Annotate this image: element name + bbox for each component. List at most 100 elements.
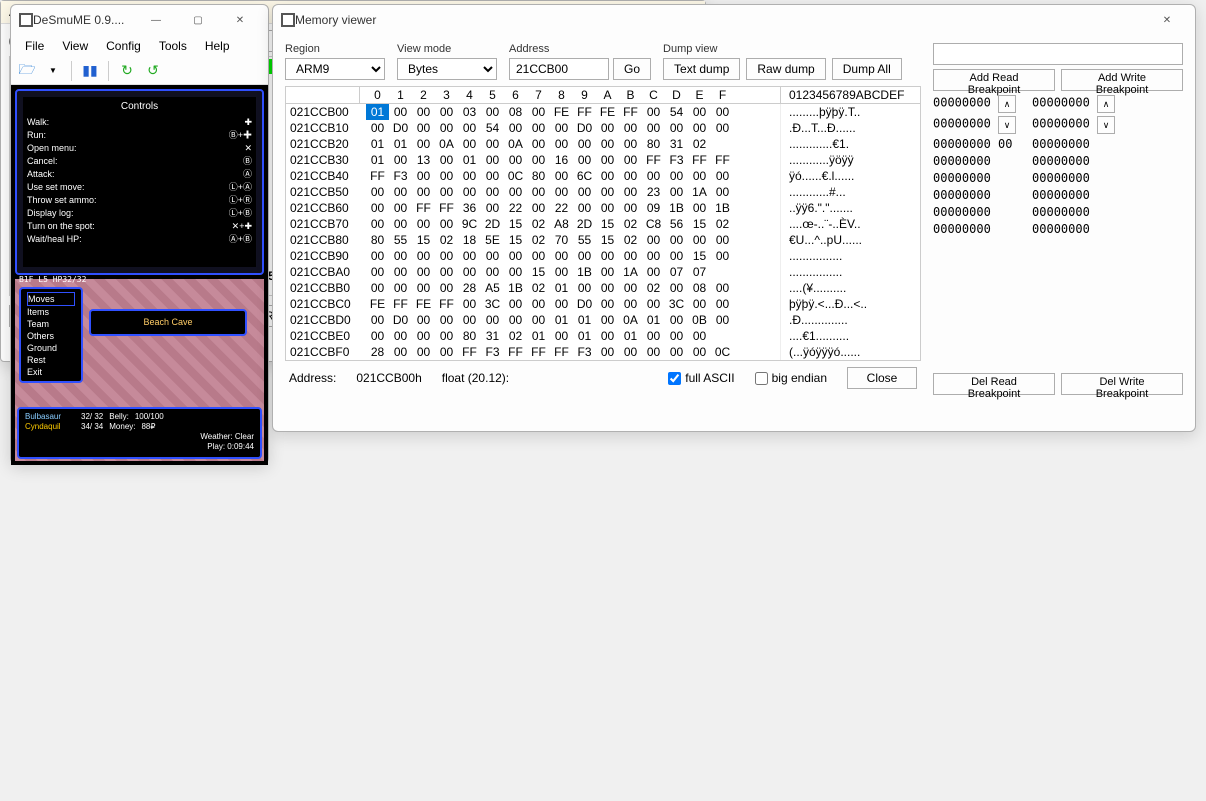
hex-row[interactable]: 021CCBC0FEFFFEFF003C000000D00000003C0000…: [286, 296, 920, 312]
hud-top: B1F L5 HP32/32: [19, 275, 86, 284]
control-row: Open menu:✕: [27, 142, 252, 155]
address-input[interactable]: [509, 58, 609, 80]
menu-tools[interactable]: Tools: [151, 37, 195, 55]
hex-row[interactable]: 021CCBF028000000FFF3FFFFFFF300000000000C…: [286, 344, 920, 360]
party-row: Bulbasaur32/ 32Belly:100/100: [25, 412, 254, 422]
hex-row[interactable]: 021CCBD000D00000000000000101000A01000B00…: [286, 312, 920, 328]
bp-value: 00000000: [1032, 222, 1115, 236]
del-read-bp-button[interactable]: Del Read Breakpoint: [933, 373, 1055, 395]
bp-value: 00000000: [1032, 188, 1115, 202]
window-title: DeSmuME 0.9....: [33, 13, 136, 27]
big-endian-checkbox[interactable]: big endian: [755, 371, 827, 385]
bp-value: 00000000: [1032, 205, 1115, 219]
hex-row[interactable]: 021CCB30010013000100000016000000FFF3FFFF…: [286, 152, 920, 168]
hex-row[interactable]: 021CCBB00000000028A51B020100000002000800…: [286, 280, 920, 296]
maximize-button[interactable]: ▢: [178, 7, 218, 33]
bp-value: 00000000: [933, 154, 1016, 168]
menu-item[interactable]: Moves: [27, 292, 75, 306]
hex-row[interactable]: 021CCB5000000000000000000000000023001A00…: [286, 184, 920, 200]
menu-item[interactable]: Items: [27, 306, 75, 318]
del-write-bp-button[interactable]: Del Write Breakpoint: [1061, 373, 1183, 395]
close-button[interactable]: ✕: [220, 7, 260, 33]
viewmode-label: View mode: [397, 43, 497, 55]
region-select[interactable]: ARM9: [285, 58, 385, 80]
control-row: Run:Ⓑ+✚: [27, 129, 252, 142]
hex-row[interactable]: 021CCB70000000009C2D1502A82D1502C8561502…: [286, 216, 920, 232]
bp-value: 00000000: [933, 222, 1016, 236]
textdump-button[interactable]: Text dump: [663, 58, 740, 80]
minimize-button[interactable]: —: [136, 7, 176, 33]
titlebar: Memory viewer ✕: [273, 5, 1195, 35]
window-title: Memory viewer: [295, 13, 1147, 27]
viewmode-select[interactable]: Bytes: [397, 58, 497, 80]
open-icon[interactable]: 🗁: [15, 59, 39, 83]
titlebar: DeSmuME 0.9.... — ▢ ✕: [11, 5, 268, 35]
add-read-bp-button[interactable]: Add Read Breakpoint: [933, 69, 1055, 91]
rawdump-button[interactable]: Raw dump: [746, 58, 825, 80]
control-row: Wait/heal HP:Ⓐ+Ⓑ: [27, 233, 252, 246]
menu-item[interactable]: Exit: [27, 366, 75, 378]
bp-value: 00000000 ∨: [1032, 116, 1115, 134]
address-footer-label: Address:: [289, 371, 336, 385]
dumpall-button[interactable]: Dump All: [832, 58, 902, 80]
reset-icon[interactable]: ↻: [115, 59, 139, 83]
ds-top-screen: Controls Walk:✚Run:Ⓑ+✚Open menu:✕Cancel:…: [15, 89, 264, 275]
control-row: Cancel:Ⓑ: [27, 155, 252, 168]
bp-value: 00000000 ∧: [1032, 95, 1115, 113]
menu-item[interactable]: Others: [27, 330, 75, 342]
hex-row[interactable]: 021CCB200101000A00000A0000000000803102 .…: [286, 136, 920, 152]
step-icon[interactable]: ↺: [141, 59, 165, 83]
spin-down-icon[interactable]: ∨: [1097, 116, 1115, 134]
full-ascii-checkbox[interactable]: full ASCII: [668, 371, 734, 385]
hex-row[interactable]: 021CCB1000D000000054000000D0000000000000…: [286, 120, 920, 136]
menu-item[interactable]: Team: [27, 318, 75, 330]
app-icon: [19, 13, 33, 27]
menu-help[interactable]: Help: [197, 37, 238, 55]
menu-item[interactable]: Rest: [27, 354, 75, 366]
control-row: Turn on the spot:✕+✚: [27, 220, 252, 233]
hex-row[interactable]: 021CCB40FFF3000000000C80006C000000000000…: [286, 168, 920, 184]
close-button[interactable]: ✕: [1147, 7, 1187, 33]
hex-row[interactable]: 021CCBE0000000008031020100010001000000 .…: [286, 328, 920, 344]
location-box: Beach Cave: [89, 309, 247, 336]
address-label: Address: [509, 43, 651, 55]
ds-bottom-screen[interactable]: B1F L5 HP32/32 MovesItemsTeamOthersGroun…: [15, 279, 264, 461]
spin-down-icon[interactable]: ∨: [998, 116, 1016, 134]
spin-up-icon[interactable]: ∧: [1097, 95, 1115, 113]
desmume-window: DeSmuME 0.9.... — ▢ ✕ File View Config T…: [10, 4, 269, 464]
hex-row[interactable]: 021CCB9000000000000000000000000000001500…: [286, 248, 920, 264]
menu-file[interactable]: File: [17, 37, 52, 55]
hex-row[interactable]: 021CCB600000FFFF3600220022000000091B001B…: [286, 200, 920, 216]
hex-row[interactable]: 021CCB8080551502185E15027055150200000000…: [286, 232, 920, 248]
control-row: Attack:Ⓐ: [27, 168, 252, 181]
toolbar: 🗁 ▼ ▮▮ ↻ ↺: [11, 57, 268, 85]
control-row: Display log:Ⓛ+Ⓑ: [27, 207, 252, 220]
menu-item[interactable]: Ground: [27, 342, 75, 354]
bp-value: 00000000 ∨: [933, 116, 1016, 134]
hex-dump[interactable]: 0123456789ABCDEF 0123456789ABCDEF 021CCB…: [285, 86, 921, 361]
bp-value: 00000000: [933, 205, 1016, 219]
bp-value: 00000000: [1032, 154, 1115, 168]
float-label: float (20.12):: [442, 371, 509, 385]
dumpview-label: Dump view: [663, 43, 902, 55]
pause-icon[interactable]: ▮▮: [78, 59, 102, 83]
game-view: Controls Walk:✚Run:Ⓑ+✚Open menu:✕Cancel:…: [11, 85, 268, 465]
app-icon: [281, 13, 295, 27]
hex-row[interactable]: 021CCB000100000003000800FEFFFEFF00540000…: [286, 104, 920, 120]
control-row: Throw set ammo:Ⓛ+Ⓡ: [27, 194, 252, 207]
menu-view[interactable]: View: [54, 37, 96, 55]
bp-value: 00000000: [1032, 137, 1115, 151]
hex-row[interactable]: 021CCBA00000000000000015001B001A000707 .…: [286, 264, 920, 280]
dropdown-icon[interactable]: ▼: [41, 59, 65, 83]
bp-value: 00000000 ∧: [933, 95, 1016, 113]
address-footer-value: 021CCB00h: [356, 371, 421, 385]
go-button[interactable]: Go: [613, 58, 651, 80]
close-button[interactable]: Close: [847, 367, 917, 389]
control-row: Walk:✚: [27, 116, 252, 129]
add-write-bp-button[interactable]: Add Write Breakpoint: [1061, 69, 1183, 91]
bp-value: 00000000: [933, 188, 1016, 202]
bp-value: 00000000: [933, 171, 1016, 185]
spin-up-icon[interactable]: ∧: [998, 95, 1016, 113]
bp-search-input[interactable]: [933, 43, 1183, 65]
menu-config[interactable]: Config: [98, 37, 149, 55]
